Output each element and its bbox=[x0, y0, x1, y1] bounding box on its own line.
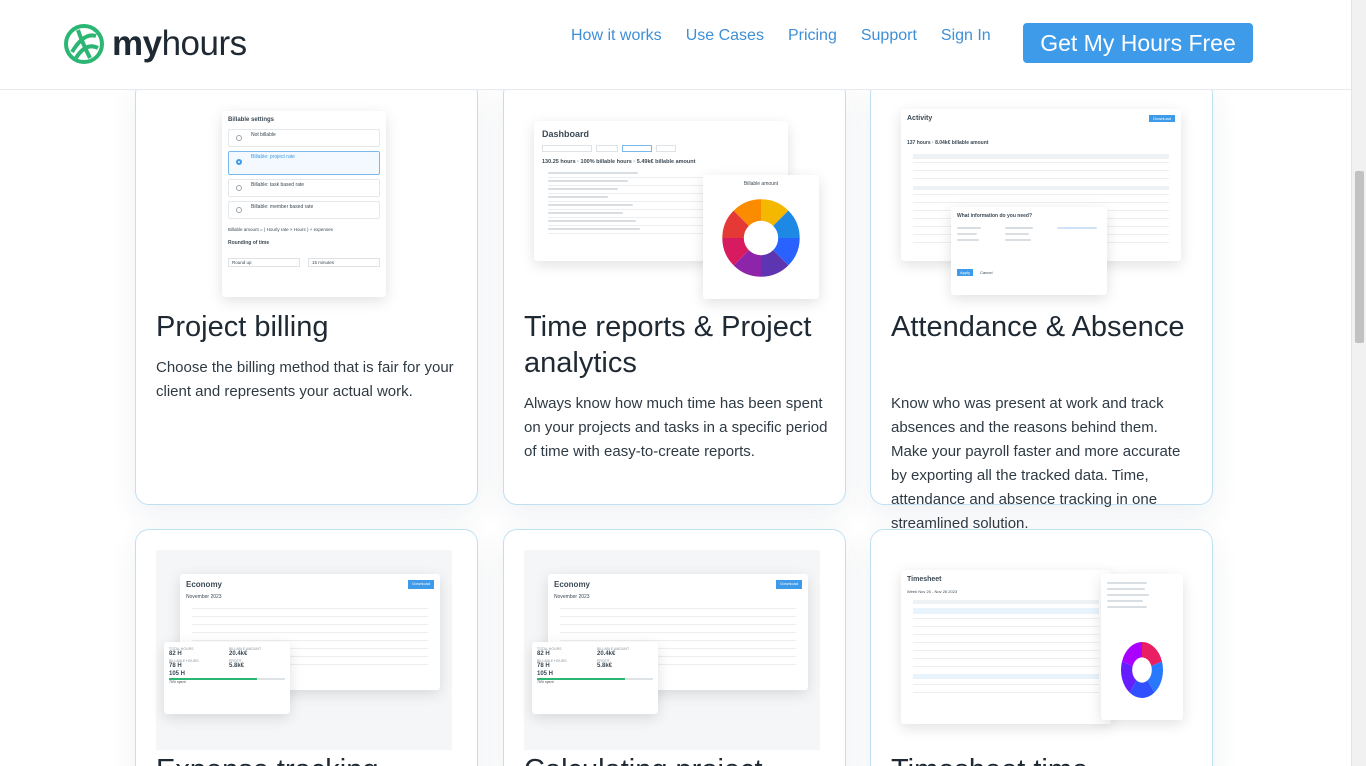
feature-card-timesheet[interactable]: Timesheet Week Nov 20 - Nov 26 2023 bbox=[870, 529, 1213, 766]
timesheet-screenshot: Timesheet Week Nov 20 - Nov 26 2023 bbox=[901, 570, 1111, 724]
site-header: myhours How it works Use Cases Pricing S… bbox=[0, 0, 1351, 90]
scrollbar-thumb[interactable] bbox=[1355, 171, 1364, 343]
logo[interactable]: myhours bbox=[64, 24, 247, 64]
cancel-button: Cancel bbox=[980, 270, 993, 275]
billing-option-label: Billable: task based rate bbox=[251, 182, 305, 188]
export-dialog: What information do you need? Apply Canc… bbox=[951, 207, 1107, 295]
stat-value: 20.4k€ bbox=[229, 651, 248, 657]
feature-card-calculating-project[interactable]: Economy Download November 2023 TOTAL HOU… bbox=[503, 529, 846, 766]
stat-value: 5.8k€ bbox=[597, 663, 613, 669]
stat-value: 82 H bbox=[169, 651, 182, 657]
feature-card-time-reports[interactable]: Dashboard 130.25 hours · 100% billable h… bbox=[503, 80, 846, 505]
billing-option: Billable: task based rate bbox=[228, 179, 380, 197]
download-button: Download bbox=[408, 580, 434, 589]
logo-globe-icon bbox=[64, 24, 104, 64]
budget-note: 76% spent bbox=[537, 680, 554, 684]
donut-chart bbox=[1121, 642, 1163, 698]
apply-button: Apply bbox=[957, 269, 974, 276]
feature-card-project-billing[interactable]: Billable settings Not billable Billable:… bbox=[135, 80, 478, 505]
download-button: Download bbox=[1149, 115, 1175, 122]
popup-label: Billable amount bbox=[743, 181, 779, 187]
shot-header: Economy bbox=[186, 580, 223, 589]
stats-panel: TOTAL HOURS 82 H BILLABLE AMOUNT 20.4k€ BI… bbox=[532, 642, 658, 714]
activity-summary: 137 hours · 8.04k€ billable amount bbox=[907, 140, 989, 146]
budget-value: 105 H bbox=[537, 671, 554, 677]
stat-value: 82 H bbox=[537, 651, 550, 657]
card-description: Know who was present at work and track a… bbox=[891, 395, 1181, 532]
timesheet-chart-popup bbox=[1101, 574, 1183, 720]
page: myhours How it works Use Cases Pricing S… bbox=[0, 0, 1366, 766]
dashboard-summary: 130.25 hours · 100% billable hours · 5.4… bbox=[542, 159, 696, 165]
stat-value: 78 H bbox=[169, 663, 182, 669]
stat-value: 20.4k€ bbox=[597, 651, 616, 657]
round-select: Round up bbox=[228, 258, 300, 267]
billing-option-selected: Billable: project rate bbox=[228, 151, 380, 175]
feature-card-expense-tracking[interactable]: Economy Download November 2023 TOTAL HOU… bbox=[135, 529, 478, 766]
donut-chart bbox=[722, 199, 800, 277]
card-title: Expense tracking bbox=[156, 752, 378, 766]
shot-header: Timesheet bbox=[907, 576, 942, 583]
nav-support[interactable]: Support bbox=[861, 26, 917, 46]
shot-header: Activity bbox=[907, 115, 933, 122]
minutes-select: 15 minutes bbox=[308, 258, 380, 267]
card-title: Time reports & Project analytics bbox=[524, 311, 812, 379]
stats-panel: TOTAL HOURS 82 H BILLABLE AMOUNT 20.4k€ BI… bbox=[164, 642, 290, 714]
nav-pricing[interactable]: Pricing bbox=[788, 26, 837, 46]
stat-value: 78 H bbox=[537, 663, 550, 669]
shot-header: Economy bbox=[554, 580, 591, 589]
billing-option-label: Billable: member based rate bbox=[251, 204, 314, 210]
feature-card-attendance[interactable]: Activity Download 137 hours · 8.04k€ bil… bbox=[870, 80, 1213, 532]
get-my-hours-free-button[interactable]: Get My Hours Free bbox=[1023, 23, 1253, 63]
card-title: Project billing bbox=[156, 311, 329, 343]
billing-settings-screenshot: Billable settings Not billable Billable:… bbox=[222, 111, 386, 297]
rounding-label: Rounding of time bbox=[228, 240, 270, 246]
billing-option: Not billable bbox=[228, 129, 380, 147]
shot-header: Dashboard bbox=[542, 129, 590, 139]
budget-note: 76% spent bbox=[169, 680, 186, 684]
budget-value: 105 H bbox=[169, 671, 186, 677]
nav-how-it-works[interactable]: How it works bbox=[571, 26, 662, 46]
download-button: Download bbox=[776, 580, 802, 589]
main-nav: How it works Use Cases Pricing Support S… bbox=[571, 26, 991, 46]
billing-formula: Billable amount = ( Hourly rate × Hours … bbox=[228, 227, 333, 232]
billing-option: Billable: member based rate bbox=[228, 201, 380, 219]
card-description: Choose the billing method that is fair f… bbox=[156, 359, 454, 400]
nav-sign-in[interactable]: Sign In bbox=[941, 26, 991, 46]
card-title: Timesheet time bbox=[891, 752, 1088, 766]
nav-use-cases[interactable]: Use Cases bbox=[686, 26, 764, 46]
card-title: Calculating project bbox=[524, 752, 763, 766]
shot-header: Billable settings bbox=[228, 117, 275, 123]
billing-option-label: Not billable bbox=[251, 132, 276, 138]
page-scrollbar[interactable] bbox=[1351, 0, 1366, 766]
billable-amount-popup: Billable amount bbox=[703, 175, 819, 299]
billing-option-label: Billable: project rate bbox=[251, 154, 295, 160]
card-title: Attendance & Absence bbox=[891, 311, 1185, 343]
stat-value: 5.8k€ bbox=[229, 663, 245, 669]
logo-wordmark: myhours bbox=[112, 24, 247, 63]
card-description: Always know how much time has been spent… bbox=[524, 395, 828, 460]
